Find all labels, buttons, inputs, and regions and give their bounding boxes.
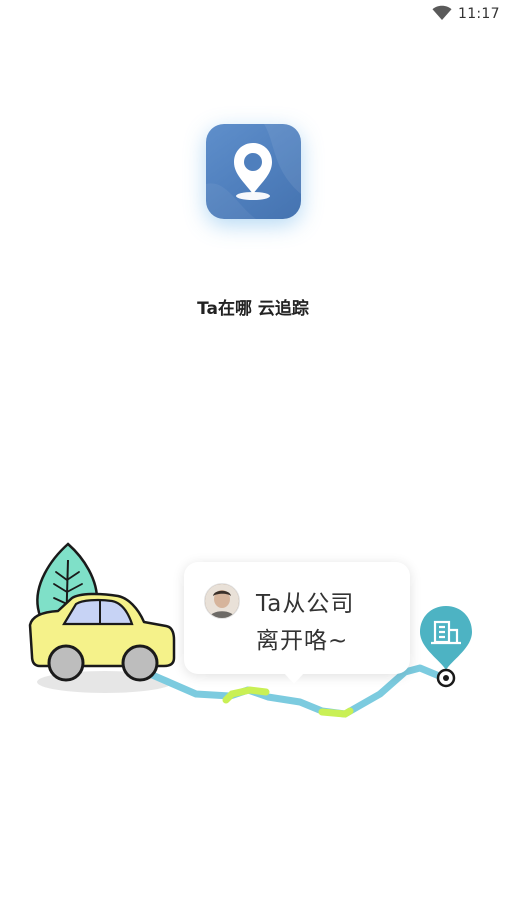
message-line-1: Ta从公司	[256, 591, 355, 617]
location-pin-icon	[206, 124, 301, 219]
message-line-2: 离开咯~	[256, 628, 349, 654]
app-name: Ta在哪 云追踪	[197, 299, 309, 319]
message-bubble: Ta从公司 离开咯~	[184, 562, 410, 684]
app-logo	[206, 124, 301, 219]
avatar	[204, 583, 240, 619]
wifi-icon	[432, 5, 452, 20]
status-time: 11:17	[458, 6, 500, 22]
status-bar: 11:17	[0, 0, 506, 28]
